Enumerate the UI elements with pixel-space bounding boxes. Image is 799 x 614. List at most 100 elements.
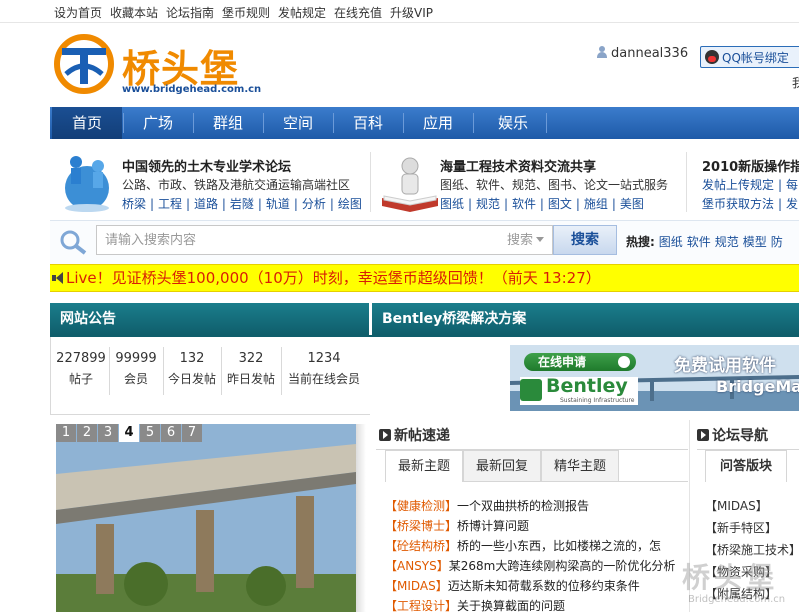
slide-1[interactable]: 1	[56, 424, 76, 442]
link-graphics[interactable]: 图文	[548, 197, 572, 211]
arrow-right-icon	[697, 429, 709, 441]
posting-rules-link[interactable]: 发帖规定	[278, 4, 326, 21]
nav-wiki[interactable]: 百科	[333, 107, 403, 139]
nav-groups[interactable]: 群组	[193, 107, 263, 139]
left-border	[50, 337, 51, 415]
hot-link[interactable]: 软件	[687, 235, 711, 249]
logo-url: www.bridgehead.com.cn	[122, 84, 262, 95]
forum-link[interactable]: 【MIDAS】	[705, 497, 768, 514]
bookmark-link[interactable]: 收藏本站	[110, 4, 158, 21]
search-icon	[60, 230, 87, 255]
nav-divider	[546, 113, 547, 133]
tab-latest-replies[interactable]: 最新回复	[463, 450, 541, 482]
promo-block-resources: 海量工程技术资料交流共享 图纸、软件、规范、图书、论文一站式服务 图纸 | 规范…	[376, 140, 686, 220]
link-construction-org[interactable]: 施组	[584, 197, 608, 211]
notice-header: 网站公告	[50, 303, 369, 335]
featured-slideshow[interactable]	[56, 424, 356, 612]
slide-6[interactable]: 6	[161, 424, 181, 442]
recharge-link[interactable]: 在线充值	[334, 4, 382, 21]
link-software[interactable]: 软件	[512, 197, 536, 211]
stat-online: 1234 当前在线会员	[287, 351, 360, 386]
hot-link[interactable]: 图纸	[659, 235, 683, 249]
promo-divider	[370, 152, 371, 212]
bentley-ad[interactable]: 在线申请 免费试用软件 BridgeMa Bentley Sustaining …	[370, 337, 799, 415]
apply-online-button[interactable]: 在线申请	[524, 353, 636, 371]
forum-guide-link[interactable]: 论坛指南	[166, 4, 214, 21]
search-input[interactable]: 请输入搜索内容	[96, 225, 504, 255]
promo-strip: 中国领先的土木专业学术论坛 公路、市政、铁路及港航交通运输高端社区 桥梁 | 工…	[50, 140, 799, 220]
slide-2[interactable]: 2	[77, 424, 97, 442]
link-upload-rules[interactable]: 发帖上传规定	[702, 178, 774, 192]
slide-3[interactable]: 3	[98, 424, 118, 442]
arrow-right-icon	[379, 429, 391, 441]
watermark-url: Bridgehead.com.cn	[688, 594, 786, 605]
qq-bind-button[interactable]: QQ帐号绑定	[700, 46, 799, 68]
nav-home[interactable]: 首页	[52, 107, 122, 139]
tab-featured-topics[interactable]: 精华主题	[541, 450, 619, 482]
slide-7[interactable]: 7	[182, 424, 202, 442]
top-link-bar: 设为首页 收藏本站 论坛指南 堡币规则 发帖规定 在线充值 升级VIP	[0, 0, 799, 23]
nav-space[interactable]: 空间	[263, 107, 333, 139]
community-people-icon	[65, 156, 109, 212]
hot-link[interactable]: 规范	[715, 235, 739, 249]
link-photos[interactable]: 美图	[620, 197, 644, 211]
post-item[interactable]: 【桥梁博士】桥博计算问题	[385, 517, 529, 534]
bentley-logo: Bentley Sustaining Infrastructure	[520, 375, 638, 405]
link-bridge[interactable]: 桥梁	[122, 197, 146, 211]
link-drawings[interactable]: 图纸	[440, 197, 464, 211]
search-button[interactable]: 搜索	[553, 225, 617, 255]
tab-qa-boards[interactable]: 问答版块	[705, 450, 787, 482]
promo-title: 中国领先的土木专业学术论坛	[122, 160, 292, 175]
link-tunnel[interactable]: 岩隧	[230, 197, 254, 211]
bridge-photo	[56, 424, 356, 612]
tab-latest-topics[interactable]: 最新主题	[385, 450, 463, 482]
site-logo[interactable]: 桥头堡 www.bridgehead.com.cn	[52, 34, 261, 100]
upgrade-vip-link[interactable]: 升级VIP	[390, 4, 433, 21]
hot-label: 热搜:	[626, 235, 655, 249]
chevron-down-icon	[536, 237, 545, 242]
coin-rules-link[interactable]: 堡币规则	[222, 4, 270, 21]
set-homepage-link[interactable]: 设为首页	[54, 4, 102, 21]
slide-4[interactable]: 4	[119, 424, 139, 442]
link-coin-methods[interactable]: 堡币获取方法	[702, 197, 774, 211]
bridge-product-text: BridgeMa	[716, 377, 799, 396]
watermark-text: 桥头堡	[682, 561, 779, 594]
link-more-b[interactable]: 发	[786, 197, 798, 211]
forum-nav-title: 论坛导航	[697, 425, 768, 445]
live-announcement-banner[interactable]: Live！见证桥头堡100,000（10万）时刻，幸运堡币超级回馈！（前天 13…	[50, 264, 799, 292]
promo-subtitle: 图纸、软件、规范、图书、论文一站式服务	[440, 178, 669, 192]
link-road[interactable]: 道路	[194, 197, 218, 211]
user-info[interactable]: danneal336	[597, 46, 688, 61]
post-item[interactable]: 【健康检测】一个双曲拱桥的检测报告	[385, 497, 589, 514]
link-engineering[interactable]: 工程	[158, 197, 182, 211]
speaker-icon	[52, 271, 66, 285]
hot-link[interactable]: 模型	[743, 235, 767, 249]
nav-divider	[473, 113, 474, 133]
promo-title: 2010新版操作指	[702, 160, 799, 175]
username[interactable]: danneal336	[611, 46, 688, 61]
new-posts-title: 新帖速递	[379, 425, 450, 445]
hot-link[interactable]: 防	[771, 235, 783, 249]
search-type-select[interactable]: 搜索	[503, 225, 553, 255]
promo-links: 桥梁 | 工程 | 道路 | 岩隧 | 轨道 | 分析 | 绘图	[122, 197, 362, 211]
stats-bottom-border	[50, 414, 370, 415]
link-more-a[interactable]: 每	[786, 178, 798, 192]
main-nav: 首页 广场 群组 空间 百科 应用 娱乐	[50, 107, 799, 139]
link-specs[interactable]: 规范	[476, 197, 500, 211]
link-drawing[interactable]: 绘图	[338, 197, 362, 211]
user-icon	[597, 46, 607, 58]
post-item[interactable]: 【MIDAS】迈达斯未知荷载系数的位移约束条件	[385, 577, 640, 594]
post-item[interactable]: 【工程设计】关于换算截面的问题	[385, 597, 565, 614]
bentley-b-icon	[520, 379, 542, 401]
nav-apps[interactable]: 应用	[403, 107, 473, 139]
forum-link[interactable]: 【新手特区】	[705, 519, 777, 536]
nav-entertainment[interactable]: 娱乐	[478, 107, 548, 139]
link-rail[interactable]: 轨道	[266, 197, 290, 211]
link-analysis[interactable]: 分析	[302, 197, 326, 211]
free-trial-text: 免费试用软件	[674, 356, 776, 376]
slide-5[interactable]: 5	[140, 424, 160, 442]
post-item[interactable]: 【ANSYS】某268m大跨连续刚构梁高的一阶优化分析	[385, 557, 675, 574]
promo-block-guide: 2010新版操作指 发帖上传规定 | 每 堡币获取方法 | 发	[702, 140, 799, 220]
post-item[interactable]: 【砼结构桥】桥的一些小东西，比如楼梯之流的，怎	[385, 537, 661, 554]
nav-plaza[interactable]: 广场	[123, 107, 193, 139]
